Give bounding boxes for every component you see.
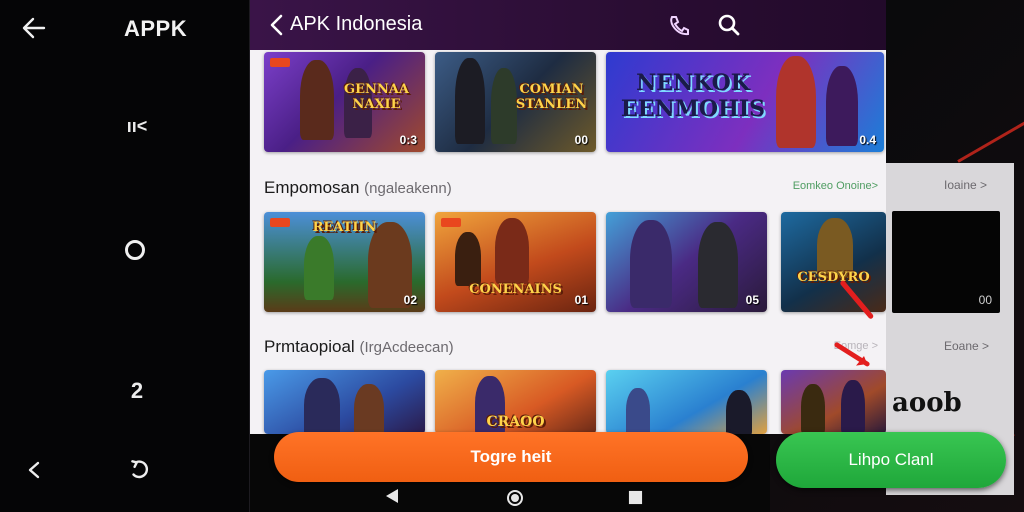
game-card-number: 01 [574, 293, 588, 307]
game-card[interactable]: CRAOO [435, 370, 596, 434]
app-title: APK Indonesia [290, 13, 423, 35]
side-panel-thumbnail[interactable]: 00 [892, 211, 1000, 313]
back-chevron-icon[interactable] [24, 460, 44, 480]
nav-home-circle-icon[interactable] [506, 489, 524, 507]
search-icon[interactable] [716, 12, 742, 38]
game-card-title: CONENAINS [469, 282, 562, 297]
content-scroll[interactable]: GENNAA NAXIE 0:3 COMIAN STANLEN 00 NENKO… [250, 50, 886, 434]
game-card-number: 0:3 [399, 133, 417, 147]
left-rail: APPK ıı< 2 [0, 0, 250, 512]
nav-back-triangle-icon[interactable] [384, 488, 400, 504]
game-card-title: COMIAN STANLEN [515, 82, 588, 112]
game-card[interactable]: CONENAINS 01 [435, 212, 596, 312]
primary-action-button[interactable]: Togre heit [274, 432, 748, 482]
side-panel-scribble: aoob [892, 388, 962, 418]
game-card[interactable]: REATIIN 02 [264, 212, 425, 312]
side-panel-number: 00 [978, 293, 992, 307]
side-panel-link[interactable]: Ioaine > [944, 178, 987, 192]
game-card-title: GENNAA NAXIE [344, 82, 409, 112]
game-card[interactable] [264, 370, 425, 434]
game-card-title: REATIIN [312, 220, 377, 235]
game-card-title: NENKOK EENMOHIS [620, 70, 766, 122]
app-bar: APK Indonesia [250, 0, 886, 50]
section-title: Empomosan (ngaleakenn) [264, 178, 452, 197]
section-title: Prmtaopioal (IrgAcdeecan) [264, 337, 454, 356]
side-panel-link[interactable]: Eoane > [944, 339, 989, 353]
grid-dots-icon[interactable]: ıı< [122, 116, 152, 137]
game-card-number: 05 [745, 293, 759, 307]
rail-title: APPK [124, 16, 188, 41]
game-card-number: 0.4 [859, 133, 876, 147]
back-chevron-icon[interactable] [266, 13, 288, 37]
refresh-icon[interactable] [128, 458, 150, 480]
game-card[interactable]: COMIAN STANLEN 00 [435, 52, 596, 152]
red-arrow-icon [834, 342, 870, 367]
phone-icon[interactable] [666, 12, 692, 38]
game-card[interactable] [606, 370, 767, 434]
secondary-action-button[interactable]: Lihpo Clanl [776, 432, 1006, 488]
nav-recents-square-icon[interactable] [628, 490, 643, 505]
game-card[interactable]: NENKOK EENMOHIS 0.4 [606, 52, 884, 152]
game-card-title: CRAOO [486, 414, 545, 430]
game-card[interactable]: 05 [606, 212, 767, 312]
game-card-number: 00 [574, 133, 588, 147]
screen: APPK ıı< 2 APK Indonesia GENNAA NAXIE 0:… [0, 0, 1024, 512]
home-circle-icon[interactable] [125, 240, 145, 260]
back-arrow-icon[interactable] [20, 14, 48, 42]
number-two-icon[interactable]: 2 [122, 378, 152, 404]
game-card[interactable]: GENNAA NAXIE 0:3 [264, 52, 425, 152]
see-all-link[interactable]: Eomkeo Onoine> [793, 180, 878, 192]
red-arrow-icon [840, 280, 874, 319]
game-card-number: 02 [403, 293, 417, 307]
